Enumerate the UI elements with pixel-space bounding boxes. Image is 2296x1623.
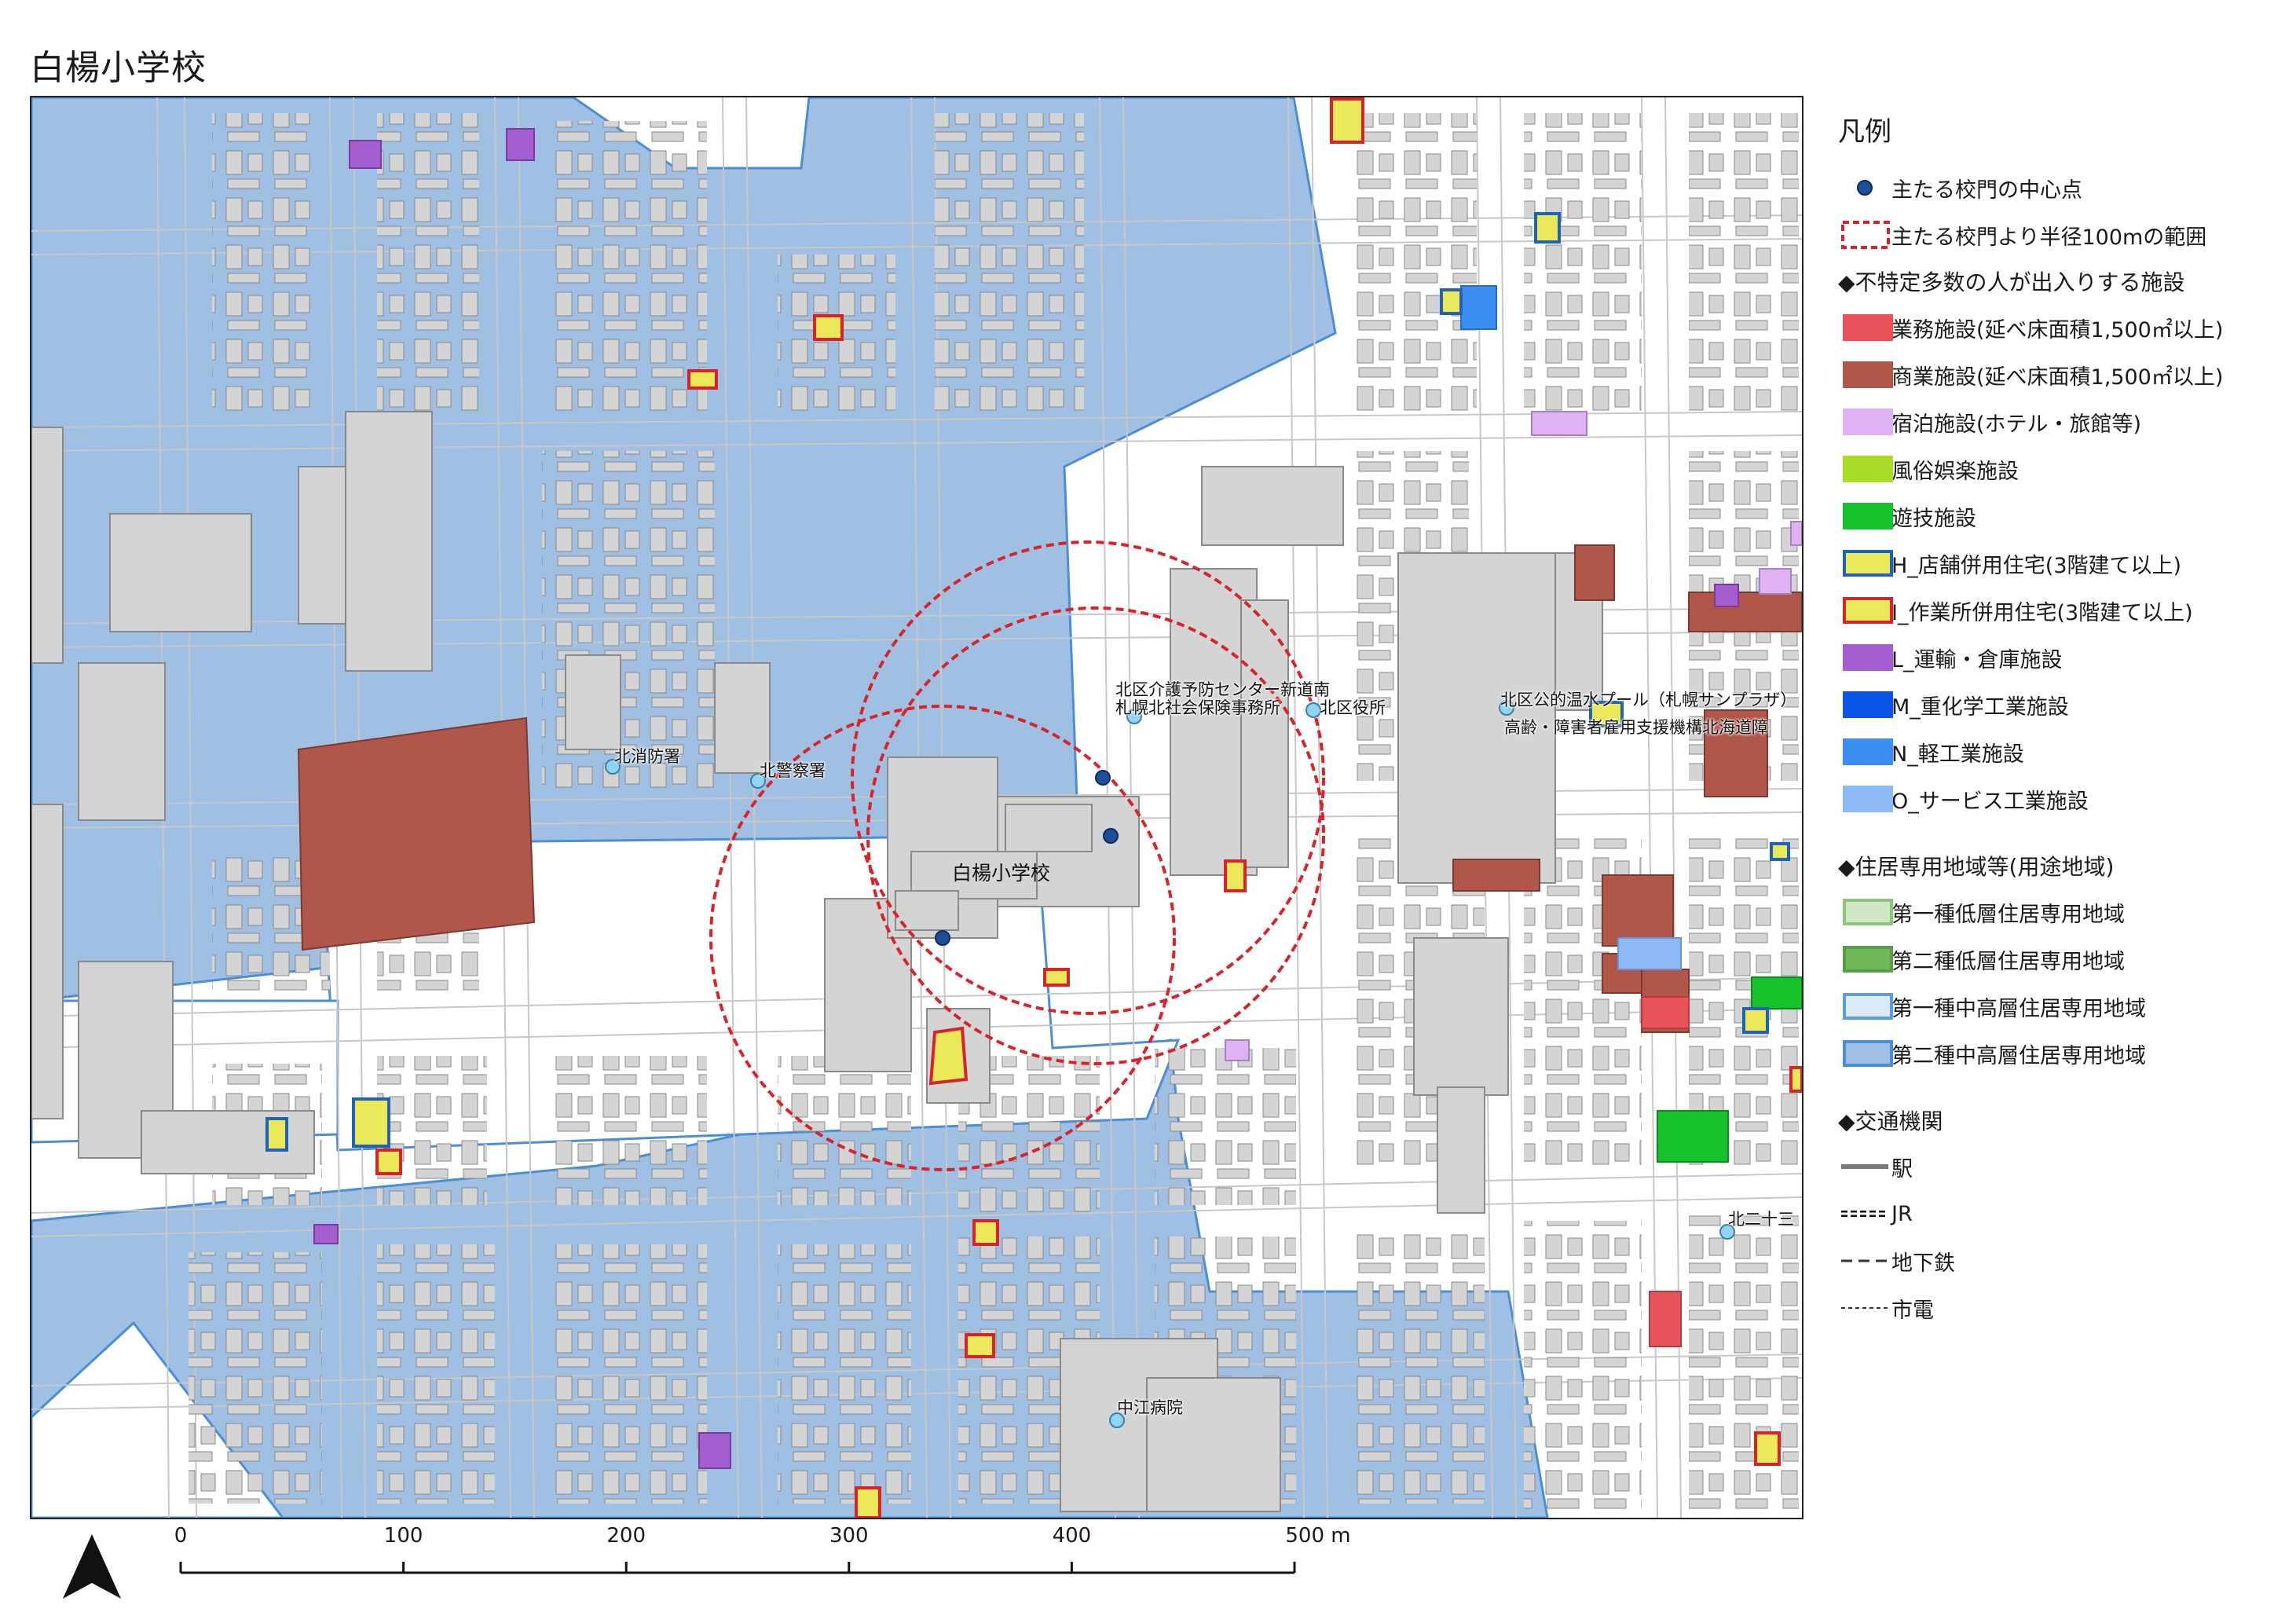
- legend-transport-label: 地下鉄: [1891, 1251, 1955, 1276]
- scale-bar-line: [179, 1562, 1296, 1574]
- legend-facility-swatch-icon: [1843, 314, 1893, 341]
- legend-facility-label: H_店舗併用住宅(3階建て以上): [1891, 553, 2182, 578]
- legend-facility-label: O_サービス工業施設: [1891, 789, 2089, 814]
- legend-transport-list: 駅 JR 地下鉄市電: [1838, 1143, 2286, 1332]
- legend-facility-swatch-icon: [1843, 691, 1893, 718]
- legend-facility-item: O_サービス工業施設: [1838, 775, 2286, 822]
- legend-zoning-swatch-icon: [1843, 993, 1893, 1020]
- poi-label-social-insurance-office: 札幌北社会保険事務所: [1115, 698, 1280, 717]
- legend-facility-label: L_運輸・倉庫施設: [1891, 647, 2063, 672]
- legend-facility-label: 業務施設(延べ床面積1,500㎡以上): [1891, 317, 2224, 343]
- legend-gate-point: 主たる校門の中心点: [1838, 164, 2286, 211]
- legend-zoning-item: 第一種中高層住居専用地域: [1838, 983, 2286, 1030]
- legend-facility-item: H_店舗併用住宅(3階建て以上): [1838, 540, 2286, 587]
- legend-facility-item: L_運輸・倉庫施設: [1838, 634, 2286, 681]
- legend-facility-label: N_軽工業施設: [1891, 742, 2024, 767]
- legend-zoning-swatch-icon: [1843, 1040, 1893, 1067]
- poi-label-ward-office: 北区役所: [1320, 698, 1386, 717]
- legend-zoning-swatch-icon: [1843, 899, 1893, 925]
- legend-zoning-label: 第二種中高層住居専用地域: [1891, 1043, 2146, 1068]
- legend-facility-swatch-icon: [1843, 597, 1893, 624]
- legend-facility-item: 業務施設(延べ床面積1,500㎡以上): [1838, 304, 2286, 351]
- legend-transport-item: 市電: [1838, 1284, 2286, 1332]
- station-line-icon: [1841, 1164, 1888, 1169]
- legend-title: 凡例: [1838, 116, 1891, 148]
- radius-range-icon: [1841, 221, 1890, 249]
- poi-label-employment-support: 高齢・障害者雇用支援機構北海道障: [1504, 718, 1768, 737]
- jr-line-icon: [1841, 1211, 1888, 1217]
- legend-gate-point-label: 主たる校門の中心点: [1891, 178, 2082, 203]
- gate-point-icon: [1857, 180, 1873, 196]
- legend-zoning-list: 第一種低層住居専用地域 第二種低層住居専用地域 第一種中高層住居専用地域 第二種中高層…: [1838, 888, 2286, 1077]
- legend-facility-label: 商業施設(延べ床面積1,500㎡以上): [1891, 365, 2224, 390]
- legend: 凡例 主たる校門の中心点 主たる校門より半径100mの範囲 ◆不特定多数の人が出…: [1838, 110, 2286, 1332]
- legend-facility-swatch-icon: [1843, 408, 1893, 435]
- poi-label-nakae-hospital: 中江病院: [1117, 1398, 1183, 1417]
- legend-facility-swatch-icon: [1843, 503, 1893, 529]
- poi-label-kita23: 北二十三: [1728, 1210, 1794, 1229]
- legend-transport-item: 駅: [1838, 1143, 2286, 1190]
- legend-zoning-item: 第二種低層住居専用地域: [1838, 936, 2286, 983]
- legend-zoning-label: 第一種中高層住居専用地域: [1891, 996, 2146, 1021]
- legend-facility-label: I_作業所併用住宅(3階建て以上): [1891, 600, 2193, 625]
- legend-facility-item: N_軽工業施設: [1838, 728, 2286, 775]
- legend-facility-item: 遊技施設: [1838, 493, 2286, 540]
- legend-facility-item: 商業施設(延べ床面積1,500㎡以上): [1838, 351, 2286, 398]
- legend-facility-list: 業務施設(延べ床面積1,500㎡以上) 商業施設(延べ床面積1,500㎡以上) 宿泊…: [1838, 304, 2286, 822]
- legend-zoning-heading: ◆住居専用地域等(用途地域): [1838, 854, 2115, 880]
- legend-facility-swatch-icon: [1843, 786, 1893, 812]
- legend-transport-label: 駅: [1891, 1156, 1913, 1182]
- legend-radius-range-label: 主たる校門より半径100mの範囲: [1891, 225, 2207, 250]
- map-title: 白楊小学校: [30, 48, 207, 88]
- legend-facility-item: 宿泊施設(ホテル・旅館等): [1838, 398, 2286, 445]
- north-arrow-icon: [57, 1528, 127, 1610]
- legend-zoning-item: 第二種中高層住居専用地域: [1838, 1030, 2286, 1077]
- legend-facility-swatch-icon: [1843, 738, 1893, 765]
- legend-radius-range: 主たる校門より半径100mの範囲: [1838, 211, 2286, 258]
- legend-zoning-label: 第一種低層住居専用地域: [1891, 902, 2125, 927]
- legend-facility-swatch-icon: [1843, 456, 1893, 482]
- legend-facilities-heading: ◆不特定多数の人が出入りする施設: [1838, 269, 2185, 295]
- map-canvas[interactable]: 北消防署 北警察署 北区介護予防センター新道南 札幌北社会保険事務所 北区役所 …: [30, 96, 1803, 1519]
- legend-transport-item: JR: [1838, 1190, 2286, 1237]
- subway-line-icon: [1841, 1259, 1888, 1262]
- school-label: 白楊小学校: [952, 862, 1051, 885]
- legend-transport-item: 地下鉄: [1838, 1237, 2286, 1284]
- legend-zoning-swatch-icon: [1843, 946, 1893, 973]
- legend-facility-swatch-icon: [1843, 644, 1893, 671]
- legend-facility-item: 風俗娯楽施設: [1838, 445, 2286, 493]
- service-industry: [1617, 937, 1682, 970]
- legend-facility-swatch-icon: [1843, 550, 1893, 577]
- legend-transport-heading: ◆交通機関: [1838, 1108, 1943, 1134]
- legend-facility-swatch-icon: [1843, 361, 1893, 388]
- legend-facility-label: M_重化学工業施設: [1891, 694, 2069, 720]
- legend-facility-label: 遊技施設: [1891, 506, 1976, 531]
- map-svg: [31, 97, 1802, 1518]
- legend-zoning-item: 第一種低層住居専用地域: [1838, 888, 2286, 936]
- poi-label-police-station: 北警察署: [760, 761, 826, 780]
- scale-bar: 0 100 200 300 400 500 m: [157, 1524, 1351, 1603]
- legend-transport-label: JR: [1891, 1201, 1913, 1226]
- light-industry: [1460, 285, 1497, 330]
- legend-facility-item: I_作業所併用住宅(3階建て以上): [1838, 587, 2286, 634]
- legend-transport-label: 市電: [1891, 1298, 1934, 1323]
- legend-facility-label: 風俗娯楽施設: [1891, 459, 2019, 484]
- legend-zoning-label: 第二種低層住居専用地域: [1891, 949, 2125, 974]
- legend-facility-item: M_重化学工業施設: [1838, 681, 2286, 728]
- legend-facility-label: 宿泊施設(ホテル・旅館等): [1891, 412, 2142, 437]
- poi-label-fire-station: 北消防署: [614, 747, 680, 766]
- poi-label-public-pool: 北区公的温水プール（札幌サンプラザ）: [1500, 691, 1797, 709]
- tram-line-icon: [1841, 1307, 1888, 1309]
